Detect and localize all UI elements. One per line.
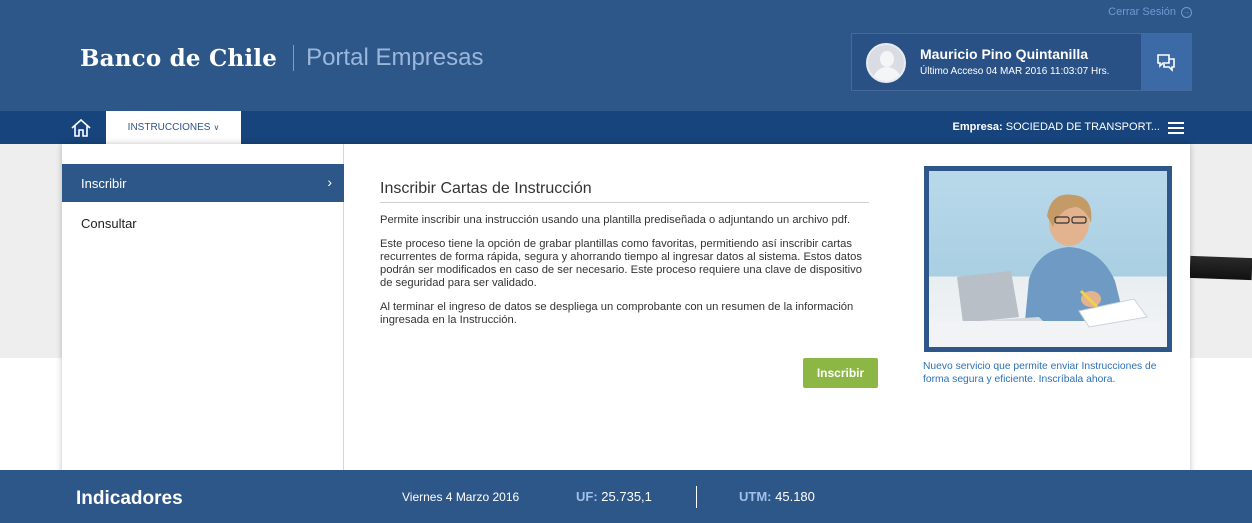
header: Cerrar Sesión → Banco de Chile Portal Em… [0, 0, 1252, 111]
indicator-divider [696, 486, 697, 508]
sidebar-item-label[interactable]: Consultar [81, 216, 137, 231]
description-paragraph: Este proceso tiene la opción de grabar p… [380, 238, 862, 289]
indicators-footer: Indicadores Viernes 4 Marzo 2016 UF: 25.… [0, 470, 1252, 523]
promo-image[interactable] [924, 166, 1172, 352]
content-area: Inscribir Cartas de Instrucción Permite … [380, 180, 869, 327]
promo-caption[interactable]: Nuevo servicio que permite enviar Instru… [923, 360, 1178, 386]
woman-laptop-illustration [929, 194, 1167, 347]
indicators-title: Indicadores [76, 488, 183, 509]
background-decoration [1189, 255, 1252, 281]
sidebar-item-inscribir[interactable]: Inscribir › [62, 164, 344, 202]
instrucciones-panel: Inscribir › Consultar Inscribir Cartas d… [62, 144, 1190, 486]
last-access: Último Acceso 04 MAR 2016 11:03:07 Hrs. [920, 66, 1110, 77]
description-paragraph: Al terminar el ingreso de datos se despl… [380, 301, 854, 326]
uf-label: UF: [576, 489, 598, 504]
brand: Banco de Chile Portal Empresas [80, 44, 483, 72]
chevron-down-icon[interactable]: ∨ [213, 123, 219, 132]
user-box: Mauricio Pino Quintanilla Último Acceso … [851, 33, 1192, 91]
inscribir-button[interactable]: Inscribir [803, 358, 878, 388]
description-paragraph: Permite inscribir una instrucción usando… [380, 214, 851, 226]
tab-instrucciones-label[interactable]: INSTRUCCIONES [128, 122, 211, 133]
chat-icon[interactable] [1156, 52, 1176, 72]
home-icon[interactable] [70, 117, 92, 139]
side-menu: Inscribir › Consultar [62, 144, 344, 486]
user-name: Mauricio Pino Quintanilla [920, 46, 1089, 62]
utm-value: 45.180 [775, 489, 815, 504]
sidebar-item-label[interactable]: Inscribir [81, 176, 127, 191]
promo-photo [929, 171, 1167, 347]
logout-link[interactable]: Cerrar Sesión → [1108, 6, 1192, 18]
indicators-date: Viernes 4 Marzo 2016 [402, 490, 520, 504]
empresa-value[interactable]: SOCIEDAD DE TRANSPORT... [1006, 121, 1160, 133]
utm-label: UTM: [739, 489, 772, 504]
chat-button[interactable] [1141, 34, 1191, 90]
main-nav: INSTRUCCIONES ∨ Empresa: SOCIEDAD DE TRA… [0, 111, 1252, 144]
uf-indicator: UF: 25.735,1 [576, 489, 652, 504]
avatar [866, 43, 906, 83]
page-title: Inscribir Cartas de Instrucción [380, 180, 869, 203]
tab-instrucciones[interactable]: INSTRUCCIONES ∨ [106, 111, 241, 144]
uf-value: 25.735,1 [601, 489, 652, 504]
menu-icon[interactable] [1168, 122, 1184, 134]
logout-label[interactable]: Cerrar Sesión [1108, 6, 1176, 18]
utm-indicator: UTM: 45.180 [739, 489, 815, 504]
empresa-selector[interactable]: Empresa: SOCIEDAD DE TRANSPORT... [953, 121, 1160, 133]
empresa-label: Empresa: [952, 121, 1003, 133]
brand-divider [293, 45, 295, 71]
portal-name: Portal Empresas [306, 44, 484, 71]
logout-icon[interactable]: → [1181, 6, 1192, 18]
chevron-right-icon: › [327, 174, 332, 190]
brand-logo: Banco de Chile [80, 44, 278, 72]
sidebar-item-consultar[interactable]: Consultar [62, 204, 344, 242]
